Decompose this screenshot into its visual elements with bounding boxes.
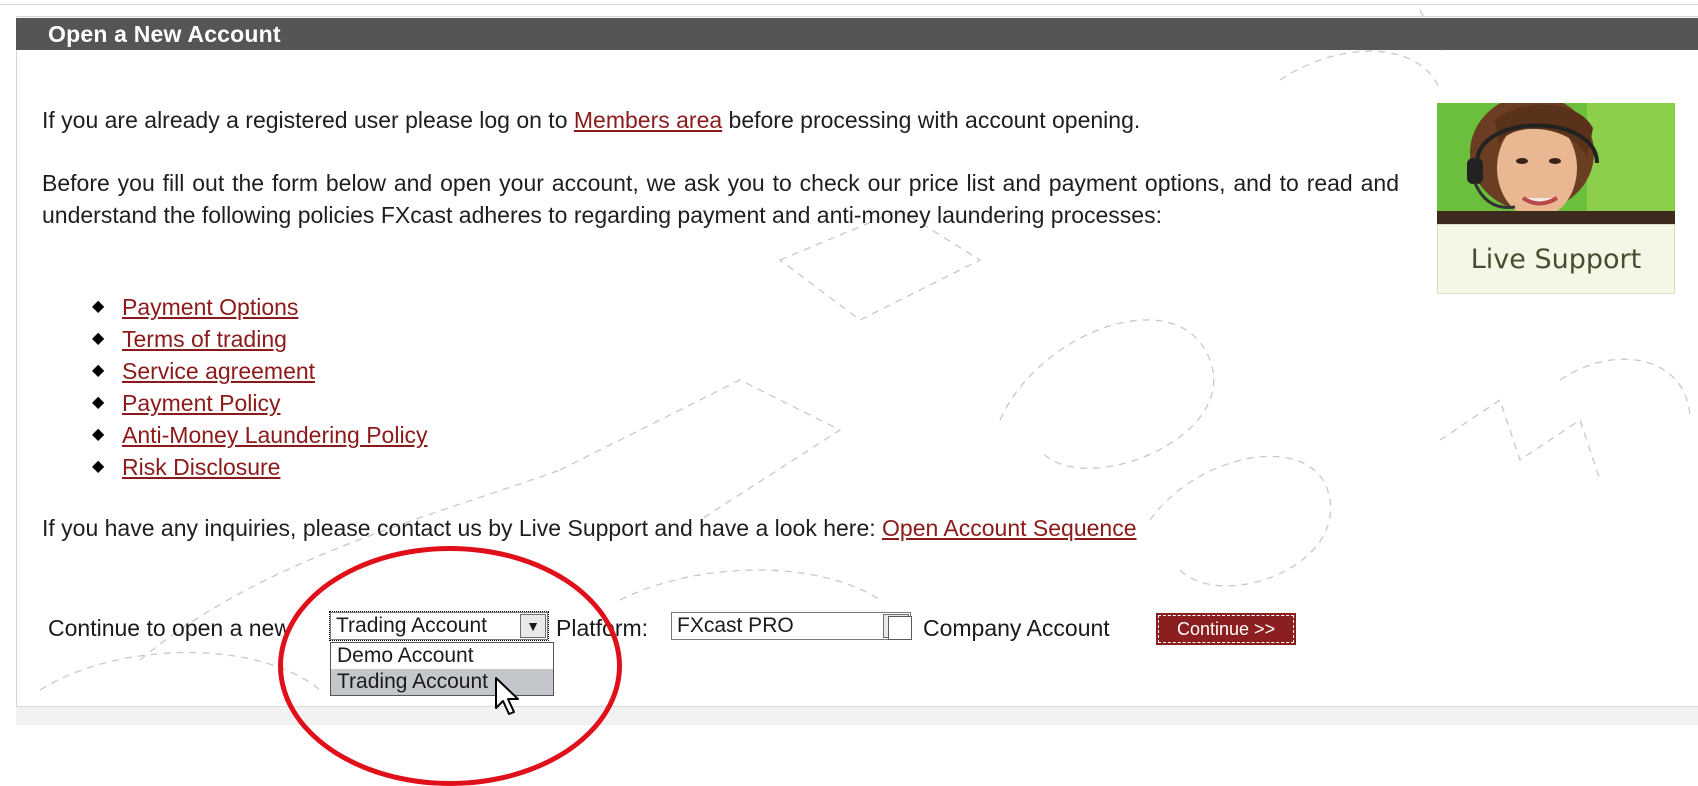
policies-intro: Before you fill out the form below and o… (42, 170, 1399, 228)
continue-button[interactable]: Continue >> (1155, 613, 1297, 645)
open-account-sequence-link[interactable]: Open Account Sequence (882, 515, 1136, 541)
intro-text-before: If you are already a registered user ple… (42, 107, 574, 133)
bullet-icon: ◆ (92, 394, 105, 411)
continue-prefix-label: Continue to open a new (48, 615, 291, 641)
platform-value: FXcast PRO (677, 614, 794, 637)
payment-options-link[interactable]: Payment Options (122, 294, 298, 320)
risk-disclosure-link[interactable]: Risk Disclosure (122, 454, 280, 480)
inquiry-paragraph: If you have any inquiries, please contac… (42, 512, 1137, 544)
list-item: ◆ Terms of trading (92, 323, 428, 355)
list-item: ◆ Service agreement (92, 355, 428, 387)
platform-select[interactable]: FXcast PRO ▼ (671, 612, 911, 640)
terms-of-trading-link[interactable]: Terms of trading (122, 326, 287, 352)
list-item: ◆ Anti-Money Laundering Policy (92, 419, 428, 451)
aml-policy-link[interactable]: Anti-Money Laundering Policy (122, 422, 428, 448)
account-type-value: Trading Account (336, 614, 487, 637)
list-item: ◆ Payment Options (92, 291, 428, 323)
bullet-icon: ◆ (92, 458, 105, 475)
bottom-band (16, 706, 1698, 725)
bullet-icon: ◆ (92, 298, 105, 315)
list-item: ◆ Payment Policy (92, 387, 428, 419)
service-agreement-link[interactable]: Service agreement (122, 358, 315, 384)
live-support-avatar[interactable] (1437, 103, 1675, 224)
page-title: Open a New Account (48, 21, 281, 47)
live-support-box[interactable]: Live Support (1437, 224, 1675, 294)
mouse-cursor-icon (495, 677, 519, 715)
company-account-checkbox[interactable] (888, 616, 912, 640)
policy-list: ◆ Payment Options ◆ Terms of trading ◆ Serv… (92, 291, 428, 483)
top-rule (0, 0, 1698, 5)
dropdown-option-demo[interactable]: Demo Account (331, 643, 553, 669)
live-support-label: Live Support (1470, 244, 1642, 275)
chevron-down-icon[interactable]: ▼ (520, 614, 546, 638)
inquiry-text: If you have any inquiries, please contac… (42, 515, 883, 541)
account-type-select[interactable]: Trading Account ▼ (329, 611, 549, 641)
intro-paragraph: If you are already a registered user ple… (42, 104, 1140, 136)
payment-policy-link[interactable]: Payment Policy (122, 390, 281, 416)
bullet-icon: ◆ (92, 330, 105, 347)
members-area-link[interactable]: Members area (574, 107, 722, 133)
platform-label: Platform: (556, 615, 649, 641)
list-item: ◆ Risk Disclosure (92, 451, 428, 483)
bullet-icon: ◆ (92, 362, 105, 379)
company-account-label: Company Account (923, 615, 1110, 641)
intro-text-after: before processing with account opening. (722, 107, 1141, 133)
bullet-icon: ◆ (92, 426, 105, 443)
